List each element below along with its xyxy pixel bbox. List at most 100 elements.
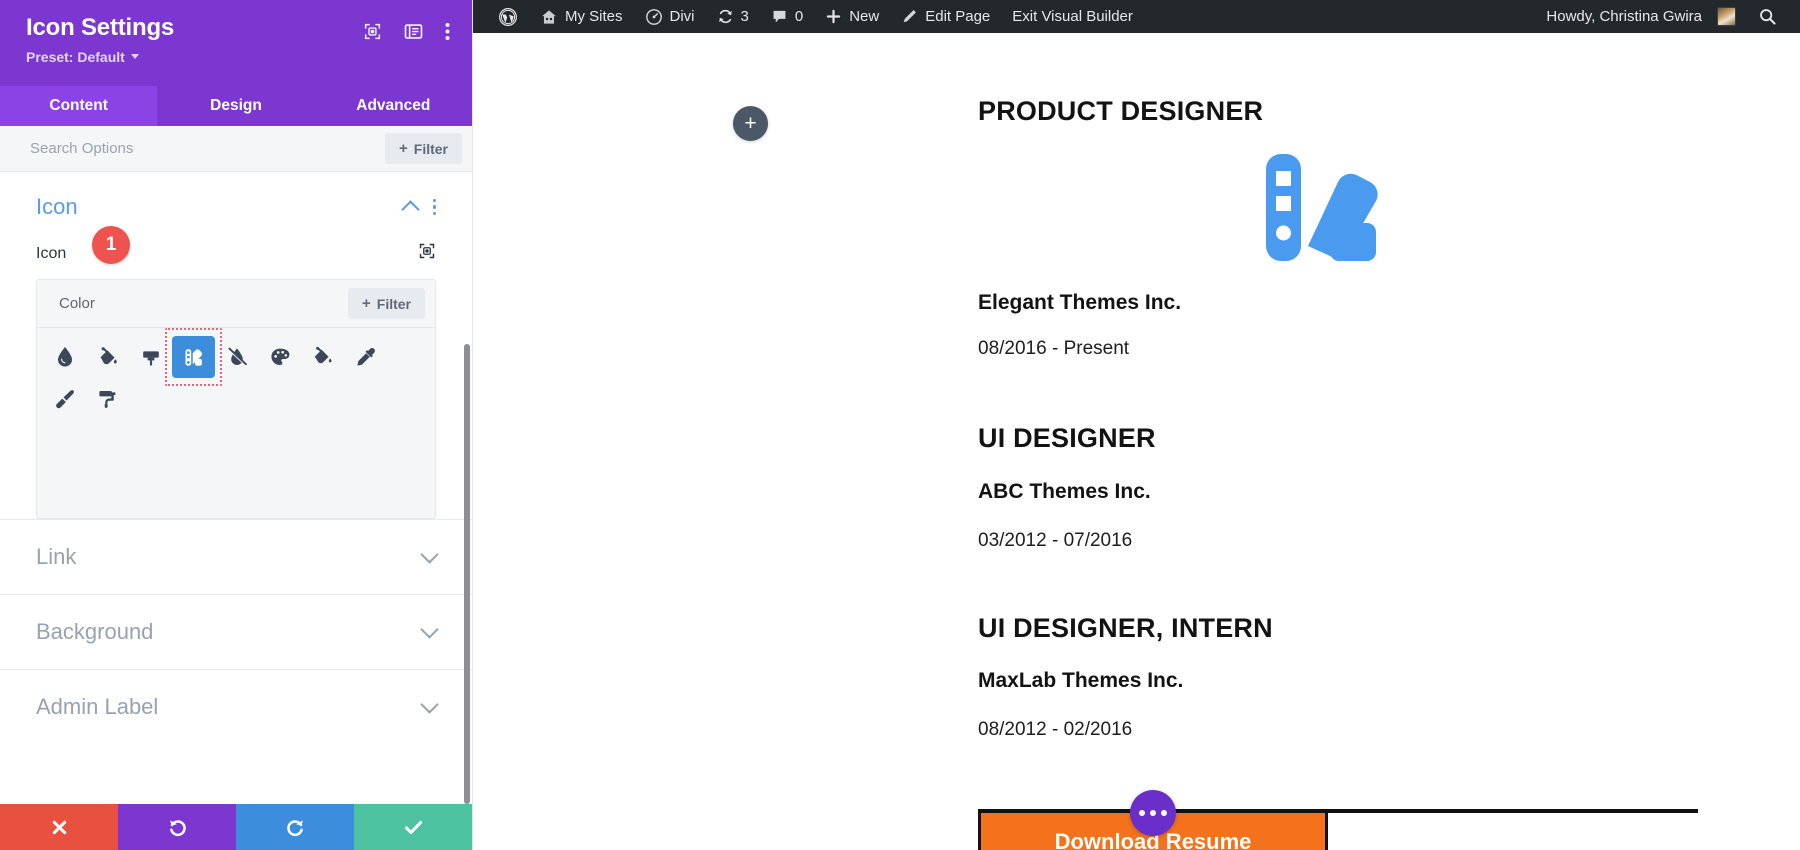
pencil-icon <box>903 10 917 23</box>
adminbar-new-label: New <box>849 8 880 25</box>
fill-drip-icon[interactable] <box>301 336 344 378</box>
tint-droplet-icon[interactable] <box>43 336 86 378</box>
job-dates: 03/2012 - 07/2016 <box>978 529 1133 551</box>
adminbar-account[interactable]: Howdy, Christina Gwira <box>1535 0 1747 33</box>
plus-icon <box>826 9 841 24</box>
adminbar-updates[interactable]: 3 <box>706 0 760 33</box>
add-module-button[interactable]: + <box>733 106 768 141</box>
icon-picker-filter-label: Filter <box>376 295 411 312</box>
plus-icon: + <box>399 140 408 157</box>
adminbar-divi[interactable]: Divi <box>634 0 706 33</box>
job-dates: 08/2016 - Present <box>978 337 1130 359</box>
job-company: MaxLab Themes Inc. <box>978 669 1184 693</box>
tint-slash-icon[interactable] <box>215 336 258 378</box>
save-button[interactable] <box>354 804 472 850</box>
job-title: PRODUCT DESIGNER <box>978 96 1264 126</box>
app-root: Icon Settings Preset: Default Content De… <box>0 0 1800 850</box>
step-badge-1: 1 <box>92 226 130 264</box>
browser-view: My Sites Divi 3 0 New Edit Page Exit Vis… <box>473 0 1800 850</box>
panel-layout-icon[interactable] <box>404 22 423 41</box>
divi-speedometer-icon <box>645 8 662 25</box>
section-background[interactable]: Background <box>0 594 472 669</box>
paint-roller-icon[interactable] <box>86 378 129 420</box>
icon-field-row: Icon 1 <box>36 226 436 265</box>
plus-icon: + <box>362 295 371 312</box>
resume-content: PRODUCT DESIGNER Elegant Themes Inc. 08/ <box>978 95 1738 741</box>
search-icon <box>1760 9 1776 25</box>
panel-title: Icon Settings <box>26 14 175 41</box>
icon-field-focus-icon[interactable] <box>418 242 436 265</box>
chevron-down-icon <box>420 619 439 639</box>
section-icon-title: Icon <box>36 194 78 219</box>
section-admin-label-title: Admin Label <box>36 694 159 719</box>
job-dates: 08/2012 - 02/2016 <box>978 719 1133 741</box>
close-x-icon <box>52 820 66 834</box>
search-filter-label: Filter <box>413 140 448 157</box>
redo-button[interactable] <box>236 804 354 850</box>
palette-icon[interactable] <box>258 336 301 378</box>
section-kebab-menu-icon[interactable] <box>432 198 436 216</box>
preset-selector[interactable]: Preset: Default <box>26 49 174 65</box>
tab-design[interactable]: Design <box>157 86 314 126</box>
adminbar-my-sites[interactable]: My Sites <box>529 0 634 33</box>
undo-arrow-icon <box>169 819 186 836</box>
resume-entry: UI DESIGNER ABC Themes Inc. 03/2012 - 07… <box>978 422 1738 552</box>
kebab-menu-icon[interactable] <box>445 22 450 41</box>
undo-button[interactable] <box>118 804 236 850</box>
icon-picker: Color + Filter <box>36 279 436 519</box>
panel-header: Icon Settings Preset: Default <box>0 0 472 86</box>
icon-settings-panel: Icon Settings Preset: Default Content De… <box>0 0 473 850</box>
avatar <box>1717 7 1736 26</box>
search-filter-button[interactable]: + Filter <box>385 133 462 164</box>
adminbar-divi-label: Divi <box>669 8 695 25</box>
comment-bubble-icon <box>773 10 786 23</box>
adminbar-exit-visual-builder[interactable]: Exit Visual Builder <box>1001 0 1144 33</box>
eye-dropper-icon[interactable] <box>344 336 387 378</box>
adminbar-new[interactable]: New <box>814 0 890 33</box>
focus-target-icon[interactable] <box>363 22 382 41</box>
settings-tabs: Content Design Advanced <box>0 86 472 126</box>
tab-advanced[interactable]: Advanced <box>315 86 472 126</box>
cancel-button[interactable] <box>0 804 118 850</box>
panel-body: Icon Icon 1 Color + Filter Link Backgrou… <box>0 172 472 804</box>
module-settings-button[interactable] <box>1130 790 1176 836</box>
panel-scrollbar[interactable] <box>464 344 470 804</box>
icon-picker-topbar: Color + Filter <box>37 280 435 328</box>
page-canvas: + PRODUCT DESIGNER Elegant Themes Inc. 0… <box>473 33 1800 850</box>
section-background-title: Background <box>36 619 154 644</box>
swatchbook-icon[interactable] <box>165 328 222 386</box>
section-link-title: Link <box>36 544 77 569</box>
sites-home-icon <box>542 9 556 24</box>
resume-entry: PRODUCT DESIGNER Elegant Themes Inc. 08/ <box>978 95 1738 360</box>
chevron-down-icon <box>420 694 439 714</box>
checkmark-icon <box>404 820 422 834</box>
search-input[interactable] <box>30 140 375 157</box>
section-icon: Icon Icon 1 Color + Filter <box>0 172 472 519</box>
chevron-down-icon <box>420 544 439 564</box>
section-admin-label[interactable]: Admin Label <box>0 669 472 744</box>
job-title: UI DESIGNER <box>978 422 1156 453</box>
redo-arrow-icon <box>286 819 303 836</box>
preset-label: Preset: Default <box>26 48 125 65</box>
swatchbook-graphic <box>1264 151 1738 269</box>
brush-flat-icon[interactable] <box>129 336 172 378</box>
icon-field-label: Icon <box>36 244 67 262</box>
updates-refresh-icon <box>718 9 732 24</box>
job-company: Elegant Themes Inc. <box>978 290 1182 314</box>
adminbar-wordpress-logo[interactable] <box>487 0 529 33</box>
icon-picker-filter-button[interactable]: + Filter <box>348 288 425 319</box>
job-title: UI DESIGNER, INTERN <box>978 612 1273 643</box>
section-icon-header[interactable]: Icon <box>36 194 436 220</box>
icon-picker-category-label: Color <box>59 295 95 312</box>
adminbar-comments-count: 0 <box>794 8 804 25</box>
chevron-up-icon[interactable] <box>400 200 420 219</box>
adminbar-search[interactable] <box>1747 0 1788 33</box>
paint-brush-icon[interactable] <box>43 378 86 420</box>
paint-bucket-icon[interactable] <box>86 336 129 378</box>
job-company: ABC Themes Inc. <box>978 479 1151 503</box>
resume-entry: UI DESIGNER, INTERN MaxLab Themes Inc. 0… <box>978 612 1738 742</box>
section-link[interactable]: Link <box>0 519 472 594</box>
adminbar-comments[interactable]: 0 <box>760 0 814 33</box>
tab-content[interactable]: Content <box>0 86 158 126</box>
adminbar-edit-page[interactable]: Edit Page <box>890 0 1001 33</box>
